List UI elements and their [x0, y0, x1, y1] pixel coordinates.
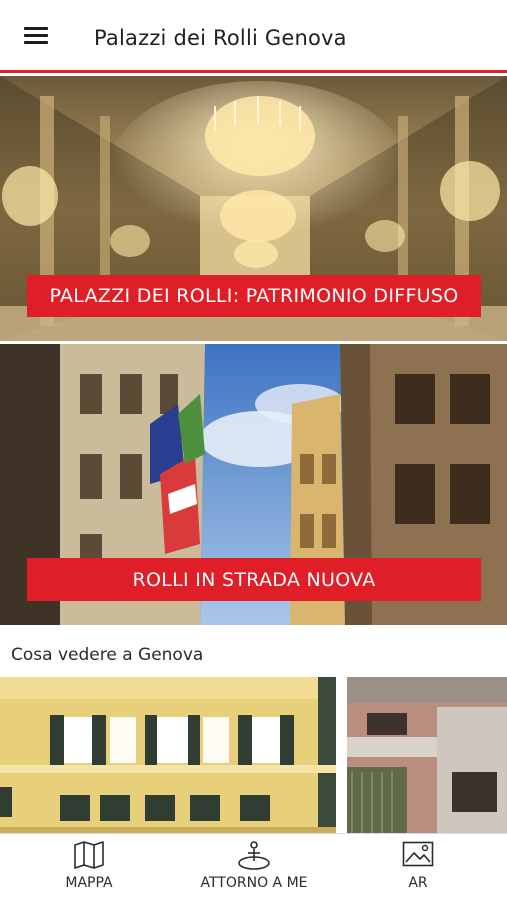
attractions-carousel[interactable] [0, 677, 507, 833]
map-icon [74, 841, 104, 869]
section-title: Cosa vedere a Genova [11, 645, 204, 665]
feature-card-strada-nuova[interactable]: ROLLI IN STRADA NUOVA [0, 344, 507, 625]
bottom-navigation: MAPPA ATTORNO A ME AR [0, 833, 507, 900]
nav-item-mappa[interactable]: MAPPA [24, 834, 154, 900]
nav-label: AR [408, 875, 428, 891]
nav-label: ATTORNO A ME [200, 875, 308, 891]
app-bar: Palazzi dei Rolli Genova [0, 0, 507, 73]
attraction-card[interactable] [0, 677, 336, 833]
nav-item-ar[interactable]: AR [353, 834, 483, 900]
feature-banner-label: PALAZZI DEI ROLLI: PATRIMONIO DIFFUSO [27, 275, 481, 317]
location-person-icon [238, 841, 270, 870]
yellow-palazzo-image [0, 677, 336, 833]
feature-banner-label: ROLLI IN STRADA NUOVA [27, 558, 481, 601]
hamburger-menu-icon[interactable] [14, 18, 58, 54]
nav-item-attorno-a-me[interactable]: ATTORNO A ME [189, 834, 319, 900]
stone-palazzo-image [347, 677, 507, 833]
feature-card-patrimonio[interactable]: PALAZZI DEI ROLLI: PATRIMONIO DIFFUSO [0, 76, 507, 341]
image-icon [402, 841, 434, 867]
app-title: Palazzi dei Rolli Genova [94, 26, 347, 50]
attraction-card[interactable] [347, 677, 507, 833]
nav-label: MAPPA [65, 875, 113, 891]
